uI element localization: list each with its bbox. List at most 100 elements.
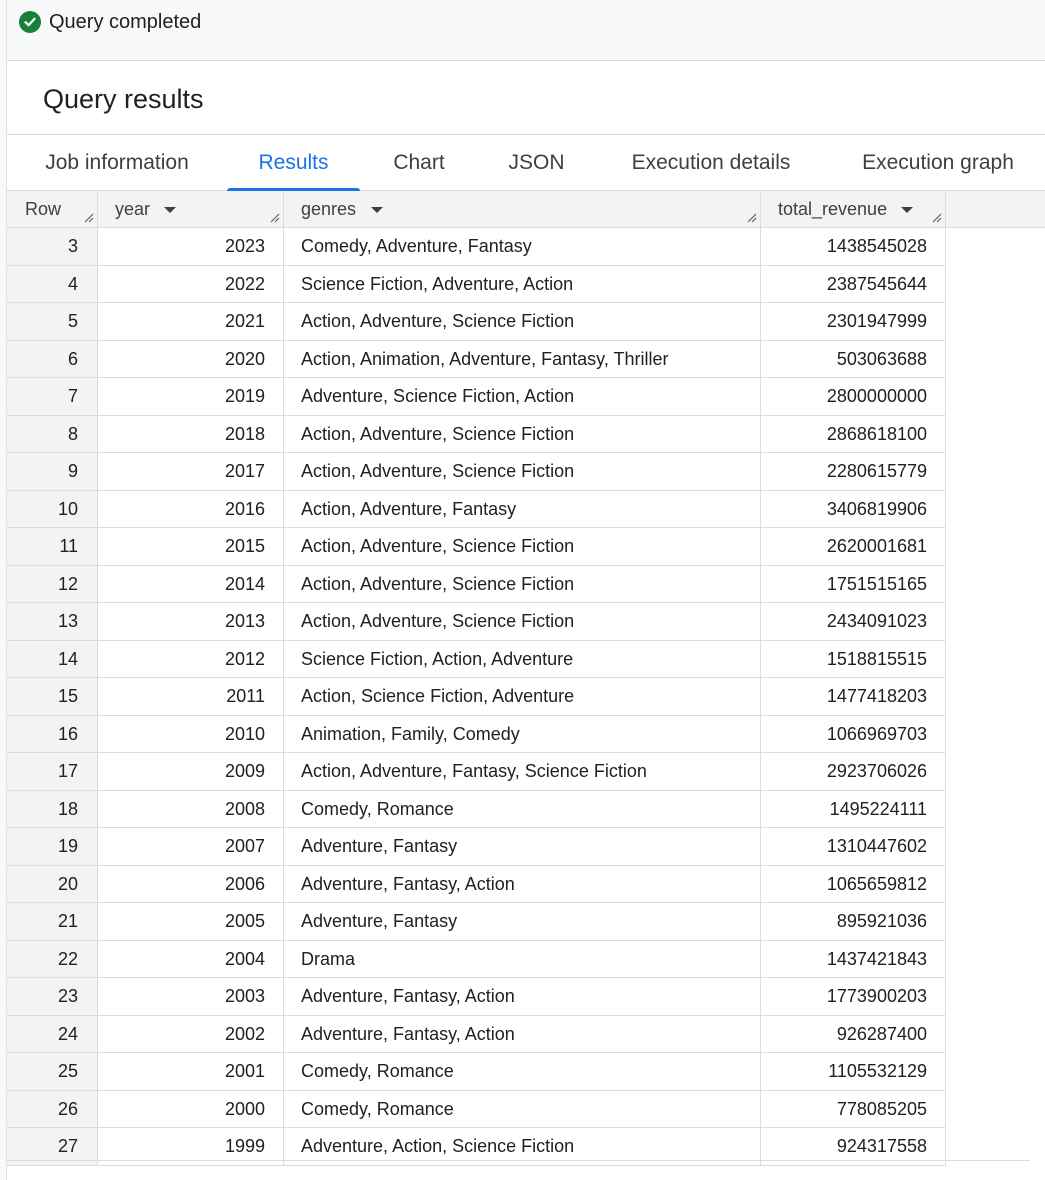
genres-cell[interactable]: Comedy, Romance (284, 1090, 761, 1128)
total-revenue-cell[interactable]: 778085205 (761, 1090, 946, 1128)
year-cell[interactable]: 2003 (98, 978, 284, 1016)
genres-cell[interactable]: Adventure, Fantasy, Action (284, 1015, 761, 1053)
table-row[interactable]: 19 2007 Adventure, Fantasy 1310447602 (7, 828, 946, 866)
total-revenue-cell[interactable]: 2800000000 (761, 378, 946, 416)
table-row[interactable]: 9 2017 Action, Adventure, Science Fiction 2… (7, 453, 946, 491)
year-cell[interactable]: 2005 (98, 903, 284, 941)
total-revenue-cell[interactable]: 1751515165 (761, 565, 946, 603)
row-number-cell[interactable]: 19 (7, 828, 98, 866)
genres-cell[interactable]: Action, Science Fiction, Adventure (284, 678, 761, 716)
tab-results[interactable]: Results (227, 135, 360, 191)
table-row[interactable]: 10 2016 Action, Adventure, Fantasy 34068199… (7, 490, 946, 528)
year-cell[interactable]: 2008 (98, 790, 284, 828)
table-row[interactable]: 26 2000 Comedy, Romance 778085205 (7, 1090, 946, 1128)
genres-cell[interactable]: Adventure, Fantasy (284, 828, 761, 866)
tab-job-information[interactable]: Job information (7, 135, 227, 190)
table-row[interactable]: 11 2015 Action, Adventure, Science Fiction… (7, 528, 946, 566)
genres-cell[interactable]: Adventure, Fantasy, Action (284, 865, 761, 903)
genres-cell[interactable]: Science Fiction, Adventure, Action (284, 265, 761, 303)
genres-cell[interactable]: Action, Animation, Adventure, Fantasy, T… (284, 340, 761, 378)
total-revenue-cell[interactable]: 1773900203 (761, 978, 946, 1016)
total-revenue-cell[interactable]: 2620001681 (761, 528, 946, 566)
row-number-cell[interactable]: 8 (7, 415, 98, 453)
table-row[interactable]: 5 2021 Action, Adventure, Science Fiction 2… (7, 303, 946, 341)
row-number-cell[interactable]: 18 (7, 790, 98, 828)
year-cell[interactable]: 2011 (98, 678, 284, 716)
row-number-cell[interactable]: 7 (7, 378, 98, 416)
total-revenue-cell[interactable]: 1477418203 (761, 678, 946, 716)
row-number-cell[interactable]: 25 (7, 1053, 98, 1091)
table-row[interactable]: 13 2013 Action, Adventure, Science Fiction… (7, 603, 946, 641)
year-cell[interactable]: 2004 (98, 940, 284, 978)
total-revenue-cell[interactable]: 1310447602 (761, 828, 946, 866)
year-cell[interactable]: 2023 (98, 228, 284, 266)
table-row[interactable]: 6 2020 Action, Animation, Adventure, Fanta… (7, 340, 946, 378)
table-row[interactable]: 4 2022 Science Fiction, Adventure, Action 2… (7, 265, 946, 303)
total-revenue-cell[interactable]: 926287400 (761, 1015, 946, 1053)
total-revenue-cell[interactable]: 2387545644 (761, 265, 946, 303)
resize-handle-icon[interactable] (747, 213, 757, 223)
total-revenue-cell[interactable]: 1437421843 (761, 940, 946, 978)
year-cell[interactable]: 2013 (98, 603, 284, 641)
row-number-cell[interactable]: 4 (7, 265, 98, 303)
table-row[interactable]: 20 2006 Adventure, Fantasy, Action 10656598… (7, 865, 946, 903)
row-number-cell[interactable]: 10 (7, 490, 98, 528)
genres-cell[interactable]: Adventure, Fantasy (284, 903, 761, 941)
total-revenue-cell[interactable]: 1518815515 (761, 640, 946, 678)
genres-cell[interactable]: Animation, Family, Comedy (284, 715, 761, 753)
tab-execution-details[interactable]: Execution details (595, 135, 827, 190)
year-cell[interactable]: 2016 (98, 490, 284, 528)
table-row[interactable]: 14 2012 Science Fiction, Action, Adventure… (7, 640, 946, 678)
resize-handle-icon[interactable] (932, 213, 942, 223)
table-row[interactable]: 25 2001 Comedy, Romance 1105532129 (7, 1053, 946, 1091)
genres-cell[interactable]: Action, Adventure, Science Fiction (284, 303, 761, 341)
year-cell[interactable]: 2001 (98, 1053, 284, 1091)
row-number-cell[interactable]: 17 (7, 753, 98, 791)
sort-dropdown-icon[interactable] (901, 207, 913, 213)
row-number-cell[interactable]: 20 (7, 865, 98, 903)
genres-cell[interactable]: Comedy, Adventure, Fantasy (284, 228, 761, 266)
row-number-cell[interactable]: 21 (7, 903, 98, 941)
total-revenue-cell[interactable]: 1105532129 (761, 1053, 946, 1091)
genres-cell[interactable]: Action, Adventure, Science Fiction (284, 415, 761, 453)
table-row[interactable]: 12 2014 Action, Adventure, Science Fiction… (7, 565, 946, 603)
year-cell[interactable]: 2007 (98, 828, 284, 866)
year-cell[interactable]: 2000 (98, 1090, 284, 1128)
genres-cell[interactable]: Action, Adventure, Fantasy, Science Fict… (284, 753, 761, 791)
genres-cell[interactable]: Action, Adventure, Science Fiction (284, 528, 761, 566)
column-header-total-revenue[interactable]: total_revenue (761, 191, 946, 227)
row-number-cell[interactable]: 13 (7, 603, 98, 641)
genres-cell[interactable]: Comedy, Romance (284, 1053, 761, 1091)
table-row[interactable]: 23 2003 Adventure, Fantasy, Action 17739002… (7, 978, 946, 1016)
genres-cell[interactable]: Adventure, Science Fiction, Action (284, 378, 761, 416)
table-row[interactable]: 22 2004 Drama 1437421843 (7, 940, 946, 978)
total-revenue-cell[interactable]: 503063688 (761, 340, 946, 378)
genres-cell[interactable]: Drama (284, 940, 761, 978)
year-cell[interactable]: 2002 (98, 1015, 284, 1053)
year-cell[interactable]: 2022 (98, 265, 284, 303)
row-number-cell[interactable]: 5 (7, 303, 98, 341)
total-revenue-cell[interactable]: 1438545028 (761, 228, 946, 266)
year-cell[interactable]: 2019 (98, 378, 284, 416)
total-revenue-cell[interactable]: 1495224111 (761, 790, 946, 828)
resize-handle-icon[interactable] (84, 213, 94, 223)
year-cell[interactable]: 2020 (98, 340, 284, 378)
tab-json[interactable]: JSON (478, 135, 595, 190)
row-number-cell[interactable]: 23 (7, 978, 98, 1016)
row-number-cell[interactable]: 9 (7, 453, 98, 491)
genres-cell[interactable]: Action, Adventure, Science Fiction (284, 565, 761, 603)
row-number-cell[interactable]: 16 (7, 715, 98, 753)
year-cell[interactable]: 2017 (98, 453, 284, 491)
year-cell[interactable]: 2012 (98, 640, 284, 678)
column-header-year[interactable]: year (98, 191, 284, 227)
year-cell[interactable]: 2021 (98, 303, 284, 341)
year-cell[interactable]: 2015 (98, 528, 284, 566)
row-number-cell[interactable]: 11 (7, 528, 98, 566)
row-number-cell[interactable]: 24 (7, 1015, 98, 1053)
table-row[interactable]: 24 2002 Adventure, Fantasy, Action 92628740… (7, 1015, 946, 1053)
row-number-cell[interactable]: 15 (7, 678, 98, 716)
row-number-cell[interactable]: 3 (7, 228, 98, 266)
genres-cell[interactable]: Comedy, Romance (284, 790, 761, 828)
column-header-genres[interactable]: genres (284, 191, 761, 227)
year-cell[interactable]: 2010 (98, 715, 284, 753)
